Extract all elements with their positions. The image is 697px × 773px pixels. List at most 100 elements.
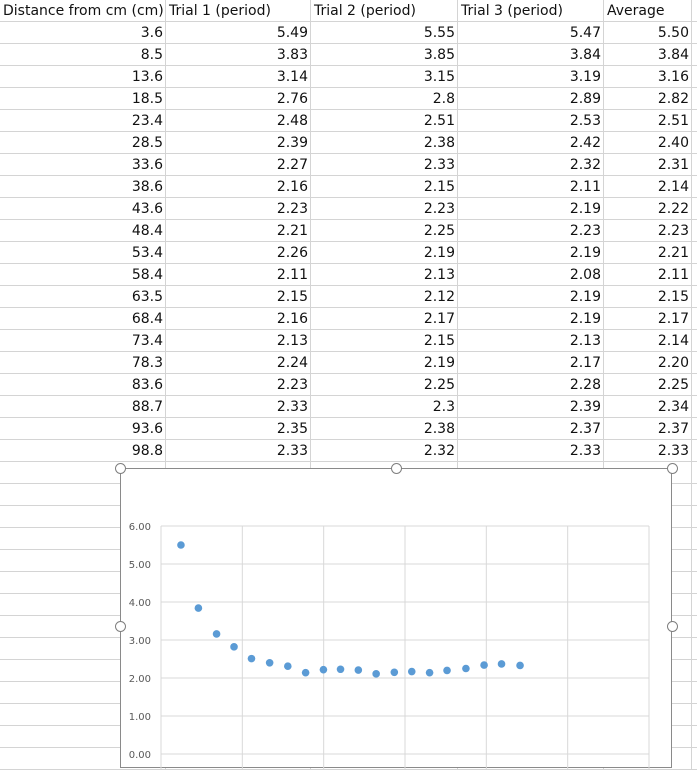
cell[interactable]: 3.15	[311, 66, 458, 88]
cell[interactable]: 3.16	[604, 66, 692, 88]
cell[interactable]: 88.7	[0, 396, 166, 418]
cell[interactable]: 2.32	[458, 154, 604, 176]
cell[interactable]: 53.4	[0, 242, 166, 264]
cell[interactable]	[692, 660, 697, 682]
resize-handle-top-left[interactable]	[115, 463, 126, 474]
cell[interactable]: 2.38	[311, 418, 458, 440]
column-header-cell[interactable]: Distance from cm (cm)	[0, 0, 166, 22]
cell[interactable]: 48.4	[0, 220, 166, 242]
cell[interactable]	[692, 154, 697, 176]
cell[interactable]: 2.25	[604, 374, 692, 396]
cell[interactable]: 2.39	[166, 132, 311, 154]
cell[interactable]: 2.76	[166, 88, 311, 110]
cell[interactable]: 2.89	[458, 88, 604, 110]
cell[interactable]: 2.51	[604, 110, 692, 132]
cell[interactable]	[692, 704, 697, 726]
cell[interactable]	[692, 374, 697, 396]
column-header-cell[interactable]: Trial 1 (period)	[166, 0, 311, 22]
column-header-cell[interactable]	[692, 0, 697, 22]
cell[interactable]: 2.38	[311, 132, 458, 154]
cell[interactable]: 2.27	[166, 154, 311, 176]
column-header-cell[interactable]: Average	[604, 0, 692, 22]
cell[interactable]: 2.13	[311, 264, 458, 286]
cell[interactable]: 2.35	[166, 418, 311, 440]
cell[interactable]: 2.11	[458, 176, 604, 198]
cell[interactable]: 2.23	[166, 374, 311, 396]
cell[interactable]: 2.23	[604, 220, 692, 242]
cell[interactable]: 3.19	[458, 66, 604, 88]
cell[interactable]: 2.14	[604, 176, 692, 198]
cell[interactable]	[692, 132, 697, 154]
cell[interactable]	[692, 484, 697, 506]
cell[interactable]	[692, 462, 697, 484]
cell[interactable]: 2.34	[604, 396, 692, 418]
cell[interactable]: 73.4	[0, 330, 166, 352]
cell[interactable]: 2.37	[604, 418, 692, 440]
cell[interactable]: 33.6	[0, 154, 166, 176]
cell[interactable]: 8.5	[0, 44, 166, 66]
resize-handle-left[interactable]	[115, 621, 126, 632]
cell[interactable]	[692, 66, 697, 88]
cell[interactable]: 2.33	[166, 440, 311, 462]
cell[interactable]: 2.14	[604, 330, 692, 352]
cell[interactable]: 5.50	[604, 22, 692, 44]
cell[interactable]: 2.17	[604, 308, 692, 330]
cell[interactable]: 38.6	[0, 176, 166, 198]
cell[interactable]	[692, 638, 697, 660]
cell[interactable]: 78.3	[0, 352, 166, 374]
cell[interactable]: 2.31	[604, 154, 692, 176]
cell[interactable]: 2.42	[458, 132, 604, 154]
cell[interactable]: 2.19	[458, 242, 604, 264]
cell[interactable]	[692, 572, 697, 594]
cell[interactable]: 43.6	[0, 198, 166, 220]
cell[interactable]	[692, 506, 697, 528]
cell[interactable]: 2.20	[604, 352, 692, 374]
cell[interactable]: 58.4	[0, 264, 166, 286]
cell[interactable]: 3.84	[604, 44, 692, 66]
resize-handle-right[interactable]	[667, 621, 678, 632]
cell[interactable]: 2.15	[311, 330, 458, 352]
cell[interactable]	[692, 88, 697, 110]
cell[interactable]: 2.82	[604, 88, 692, 110]
cell[interactable]	[692, 308, 697, 330]
cell[interactable]	[692, 352, 697, 374]
cell[interactable]: 3.84	[458, 44, 604, 66]
cell[interactable]: 5.47	[458, 22, 604, 44]
cell[interactable]: 2.19	[458, 308, 604, 330]
cell[interactable]	[692, 198, 697, 220]
cell[interactable]: 2.23	[166, 198, 311, 220]
cell[interactable]	[692, 286, 697, 308]
column-header-cell[interactable]: Trial 2 (period)	[311, 0, 458, 22]
cell[interactable]	[692, 220, 697, 242]
cell[interactable]: 2.19	[311, 352, 458, 374]
cell[interactable]	[692, 550, 697, 572]
cell[interactable]: 2.15	[166, 286, 311, 308]
cell[interactable]	[692, 616, 697, 638]
cell[interactable]	[692, 726, 697, 748]
resize-handle-top-right[interactable]	[667, 463, 678, 474]
cell[interactable]	[692, 330, 697, 352]
cell[interactable]: 2.19	[311, 242, 458, 264]
cell[interactable]: 2.51	[311, 110, 458, 132]
cell[interactable]: 3.6	[0, 22, 166, 44]
cell[interactable]: 2.33	[311, 154, 458, 176]
cell[interactable]: 2.33	[166, 396, 311, 418]
cell[interactable]: 2.13	[458, 330, 604, 352]
cell[interactable]	[692, 682, 697, 704]
cell[interactable]	[692, 44, 697, 66]
cell[interactable]: 5.49	[166, 22, 311, 44]
cell[interactable]: 98.8	[0, 440, 166, 462]
cell[interactable]	[692, 594, 697, 616]
cell[interactable]: 2.23	[311, 198, 458, 220]
cell[interactable]: 2.21	[604, 242, 692, 264]
resize-handle-top[interactable]	[391, 463, 402, 474]
cell[interactable]: 63.5	[0, 286, 166, 308]
cell[interactable]: 3.14	[166, 66, 311, 88]
cell[interactable]: 2.28	[458, 374, 604, 396]
cell[interactable]: 2.26	[166, 242, 311, 264]
cell[interactable]: 2.53	[458, 110, 604, 132]
column-header-cell[interactable]: Trial 3 (period)	[458, 0, 604, 22]
cell[interactable]: 2.15	[604, 286, 692, 308]
cell[interactable]: 2.32	[311, 440, 458, 462]
cell[interactable]: 2.13	[166, 330, 311, 352]
